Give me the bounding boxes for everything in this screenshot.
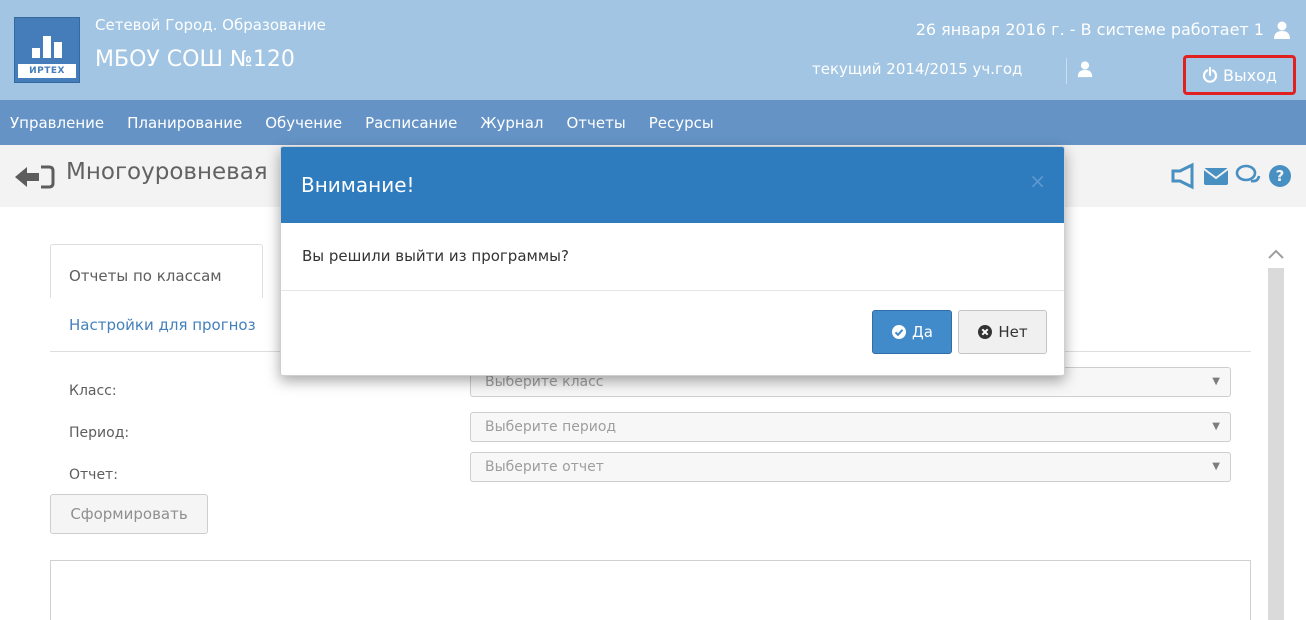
yes-button[interactable]: Да [872, 310, 952, 354]
logout-confirm-dialog: Внимание! × Вы решили выйти из программы… [280, 146, 1065, 376]
dialog-body: Вы решили выйти из программы? [281, 223, 1064, 291]
no-button-label: Нет [998, 323, 1028, 341]
dialog-header: Внимание! × [281, 147, 1064, 223]
dialog-footer: Да Нет [281, 291, 1064, 375]
dialog-message: Вы решили выйти из программы? [302, 247, 569, 265]
yes-button-label: Да [912, 323, 933, 341]
no-button[interactable]: Нет [958, 310, 1047, 354]
dialog-title: Внимание! [301, 173, 415, 197]
check-circle-icon [892, 325, 907, 339]
x-circle-icon [978, 325, 993, 339]
close-icon[interactable]: × [1029, 169, 1046, 193]
